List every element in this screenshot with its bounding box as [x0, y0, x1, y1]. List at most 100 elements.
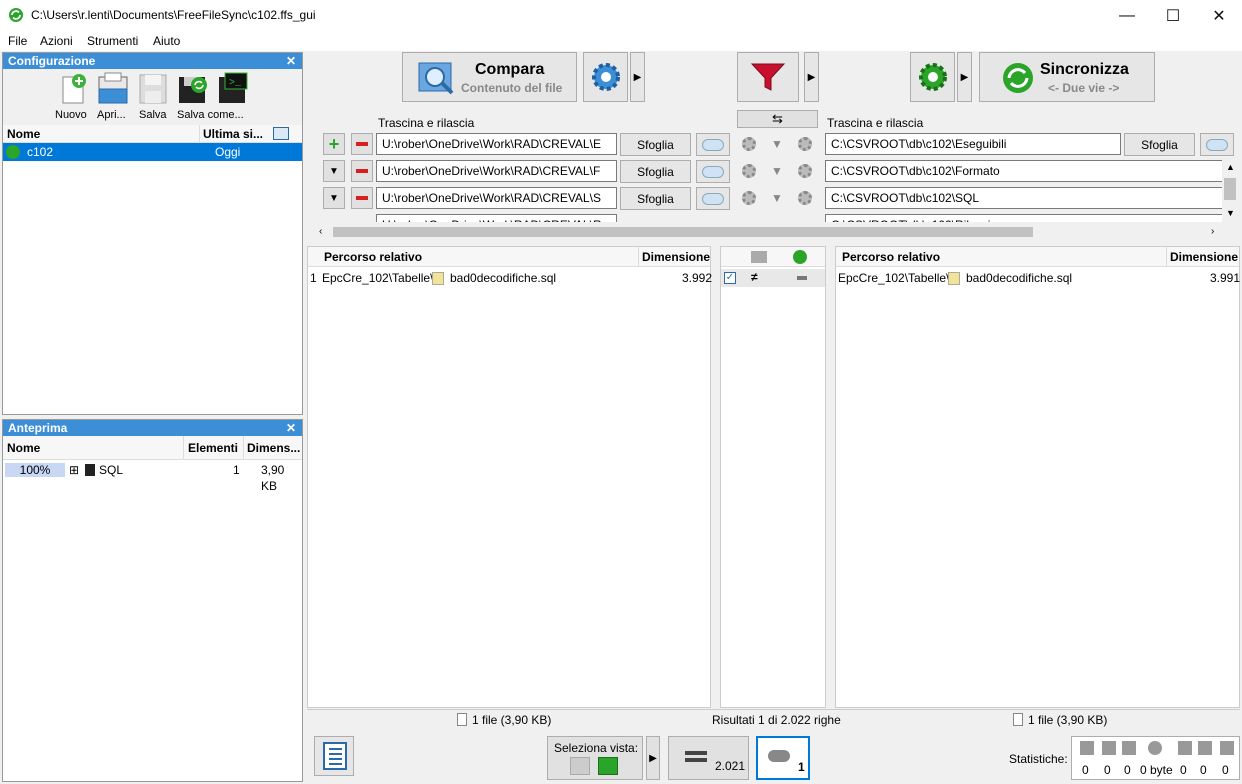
compare-settings-button[interactable] — [583, 52, 628, 102]
left-grid-row[interactable]: 1 EpcCre_102\Tabelle\ bad0decodifiche.sq… — [308, 269, 712, 287]
pair-filter-button-2[interactable]: ▼ — [766, 160, 788, 182]
right-folder-input-2[interactable]: C:\CSVROOT\db\c102\Formato — [825, 160, 1223, 182]
save-config-button[interactable] — [135, 71, 171, 107]
scroll-right-icon[interactable]: › — [1211, 226, 1214, 237]
sync-dropdown-arrow[interactable]: ▶ — [957, 52, 972, 102]
sync-settings-button[interactable] — [910, 52, 955, 102]
browse-left-button-2[interactable]: Sfoglia — [620, 160, 691, 183]
browse-left-button-3[interactable]: Sfoglia — [620, 187, 691, 210]
col-items[interactable]: Elementi — [183, 436, 238, 460]
right-col-path[interactable]: Percorso relativo — [842, 247, 940, 267]
scroll-left-icon[interactable]: ‹ — [319, 226, 322, 237]
col-name[interactable]: Nome — [7, 125, 40, 143]
folder-vscrollbar[interactable]: ▲ ▼ — [1222, 160, 1238, 222]
browse-right-button-1[interactable]: Sfoglia — [1124, 133, 1195, 156]
pair-settings-button-1[interactable] — [738, 133, 760, 155]
config-row[interactable]: c102 Oggi — [3, 143, 302, 161]
col-size[interactable]: Dimens... — [243, 436, 300, 460]
left-folder-input-2[interactable]: U:\rober\OneDrive\Work\RAD\CREVAL\F — [376, 160, 617, 182]
browse-left-button-1[interactable]: Sfoglia — [620, 133, 691, 156]
left-col-path[interactable]: Percorso relativo — [324, 247, 422, 267]
scroll-up-icon[interactable]: ▲ — [1226, 162, 1235, 172]
sync-direction-icon[interactable] — [793, 250, 807, 264]
row-checkbox[interactable]: ✓ — [724, 272, 736, 284]
col-preview-name[interactable]: Nome — [7, 436, 40, 460]
remove-folder-pair-button-3[interactable] — [351, 187, 373, 209]
left-col-size[interactable]: Dimensione — [638, 247, 710, 267]
vscroll-thumb[interactable] — [1224, 178, 1236, 200]
menu-help[interactable]: Aiuto — [153, 34, 180, 48]
remove-folder-pair-button-2[interactable] — [351, 160, 373, 182]
folder-hscrollbar[interactable]: ‹ › — [315, 224, 1223, 240]
view-select-box: Seleziona vista: — [547, 736, 643, 780]
remove-folder-pair-button[interactable] — [351, 133, 373, 155]
menu-tools[interactable]: Strumenti — [87, 34, 138, 48]
log-button[interactable] — [314, 736, 354, 776]
preview-panel-title: Anteprima — [8, 421, 68, 435]
sync-view-icon[interactable] — [598, 757, 618, 775]
config-panel-close-button[interactable]: ✕ — [286, 53, 296, 69]
left-folder-input-4[interactable]: U:\rober\OneDrive\Work\RAD\CREVAL\R — [376, 214, 617, 222]
stat-update-left: 0 — [1104, 763, 1111, 777]
menu-file[interactable]: File — [8, 34, 27, 48]
folder-row-1: + U:\rober\OneDrive\Work\RAD\CREVAL\E Sf… — [315, 133, 1240, 157]
pair-filter-button-3[interactable]: ▼ — [766, 187, 788, 209]
pair-filter-button-1[interactable]: ▼ — [766, 133, 788, 155]
cloud-left-button-1[interactable] — [696, 133, 730, 156]
compare-view-icon[interactable] — [570, 757, 590, 775]
left-folder-input-3[interactable]: U:\rober\OneDrive\Work\RAD\CREVAL\S — [376, 187, 617, 209]
pair-settings-button-2[interactable] — [738, 160, 760, 182]
pair-sync-settings-button-3[interactable] — [794, 187, 816, 209]
right-col-size[interactable]: Dimensione — [1166, 247, 1238, 267]
expand-icon[interactable]: ⊞ — [69, 462, 79, 478]
filter-dropdown-arrow[interactable]: ▶ — [804, 52, 819, 102]
right-grid: Percorso relativo Dimensione EpcCre_102\… — [835, 246, 1240, 708]
columns-icon[interactable] — [273, 127, 289, 140]
new-config-button[interactable] — [55, 71, 91, 107]
minimize-button[interactable]: — — [1104, 0, 1150, 31]
file-icon — [948, 272, 960, 285]
save-batch-button[interactable]: >_ — [215, 71, 251, 107]
right-folder-input-1[interactable]: C:\CSVROOT\db\c102\Eseguibili — [825, 133, 1121, 155]
preview-row[interactable]: 100% ⊞ SQL 1 3,90 KB — [3, 462, 302, 493]
scroll-down-icon[interactable]: ▼ — [1226, 208, 1235, 218]
move-down-button-3[interactable]: ▼ — [323, 187, 345, 209]
synchronize-button[interactable]: Sincronizza <- Due vie -> — [979, 52, 1155, 102]
cloud-right-button-1[interactable] — [1200, 133, 1234, 156]
equal-count: 2.021 — [715, 759, 746, 773]
compare-dropdown-arrow[interactable]: ▶ — [630, 52, 645, 102]
close-window-button[interactable]: ✕ — [1196, 0, 1242, 31]
open-config-button[interactable] — [95, 71, 131, 107]
right-grid-row[interactable]: EpcCre_102\Tabelle\ bad0decodifiche.sql … — [836, 269, 1240, 287]
save-as-config-button[interactable] — [175, 71, 211, 107]
cloud-left-button-2[interactable] — [696, 160, 730, 183]
move-down-button-2[interactable]: ▼ — [323, 160, 345, 182]
menu-actions[interactable]: Azioni — [40, 34, 73, 48]
status-right: 1 file (3,90 KB) — [1028, 713, 1108, 727]
maximize-button[interactable]: ☐ — [1150, 0, 1196, 31]
preview-panel-close-button[interactable]: ✕ — [286, 420, 296, 436]
left-folder-input-1[interactable]: U:\rober\OneDrive\Work\RAD\CREVAL\E — [376, 133, 617, 155]
no-action-icon[interactable] — [797, 276, 807, 280]
hscroll-thumb[interactable] — [333, 227, 1033, 237]
gear-icon — [798, 137, 812, 151]
compare-button[interactable]: Compara Contenuto del file — [402, 52, 577, 102]
pair-settings-button-3[interactable] — [738, 187, 760, 209]
view-dropdown-arrow[interactable]: ▶ — [646, 736, 660, 780]
new-icon — [62, 74, 86, 104]
folder-row-4: U:\rober\OneDrive\Work\RAD\CREVAL\R C:\C… — [315, 214, 1240, 222]
filter-button[interactable] — [737, 52, 799, 102]
pair-sync-settings-button-2[interactable] — [794, 160, 816, 182]
pair-sync-settings-button-1[interactable] — [794, 133, 816, 155]
camera-icon[interactable] — [751, 251, 767, 263]
equal-filter-button[interactable]: 2.021 — [668, 736, 749, 780]
right-folder-input-3[interactable]: C:\CSVROOT\db\c102\SQL — [825, 187, 1223, 209]
middle-grid-row[interactable]: ✓ ≠ — [721, 269, 825, 287]
swap-button[interactable]: ⇆ — [737, 110, 818, 128]
different-filter-button[interactable]: 1 — [756, 736, 810, 780]
right-folder-input-4[interactable]: C:\CSVROOT\db\c102\Rilasci — [825, 214, 1223, 222]
add-folder-pair-button[interactable]: + — [323, 133, 345, 155]
folder-row-2: ▼ U:\rober\OneDrive\Work\RAD\CREVAL\F Sf… — [315, 160, 1240, 184]
col-last-sync[interactable]: Ultima si... — [199, 125, 263, 143]
cloud-left-button-3[interactable] — [696, 187, 730, 210]
